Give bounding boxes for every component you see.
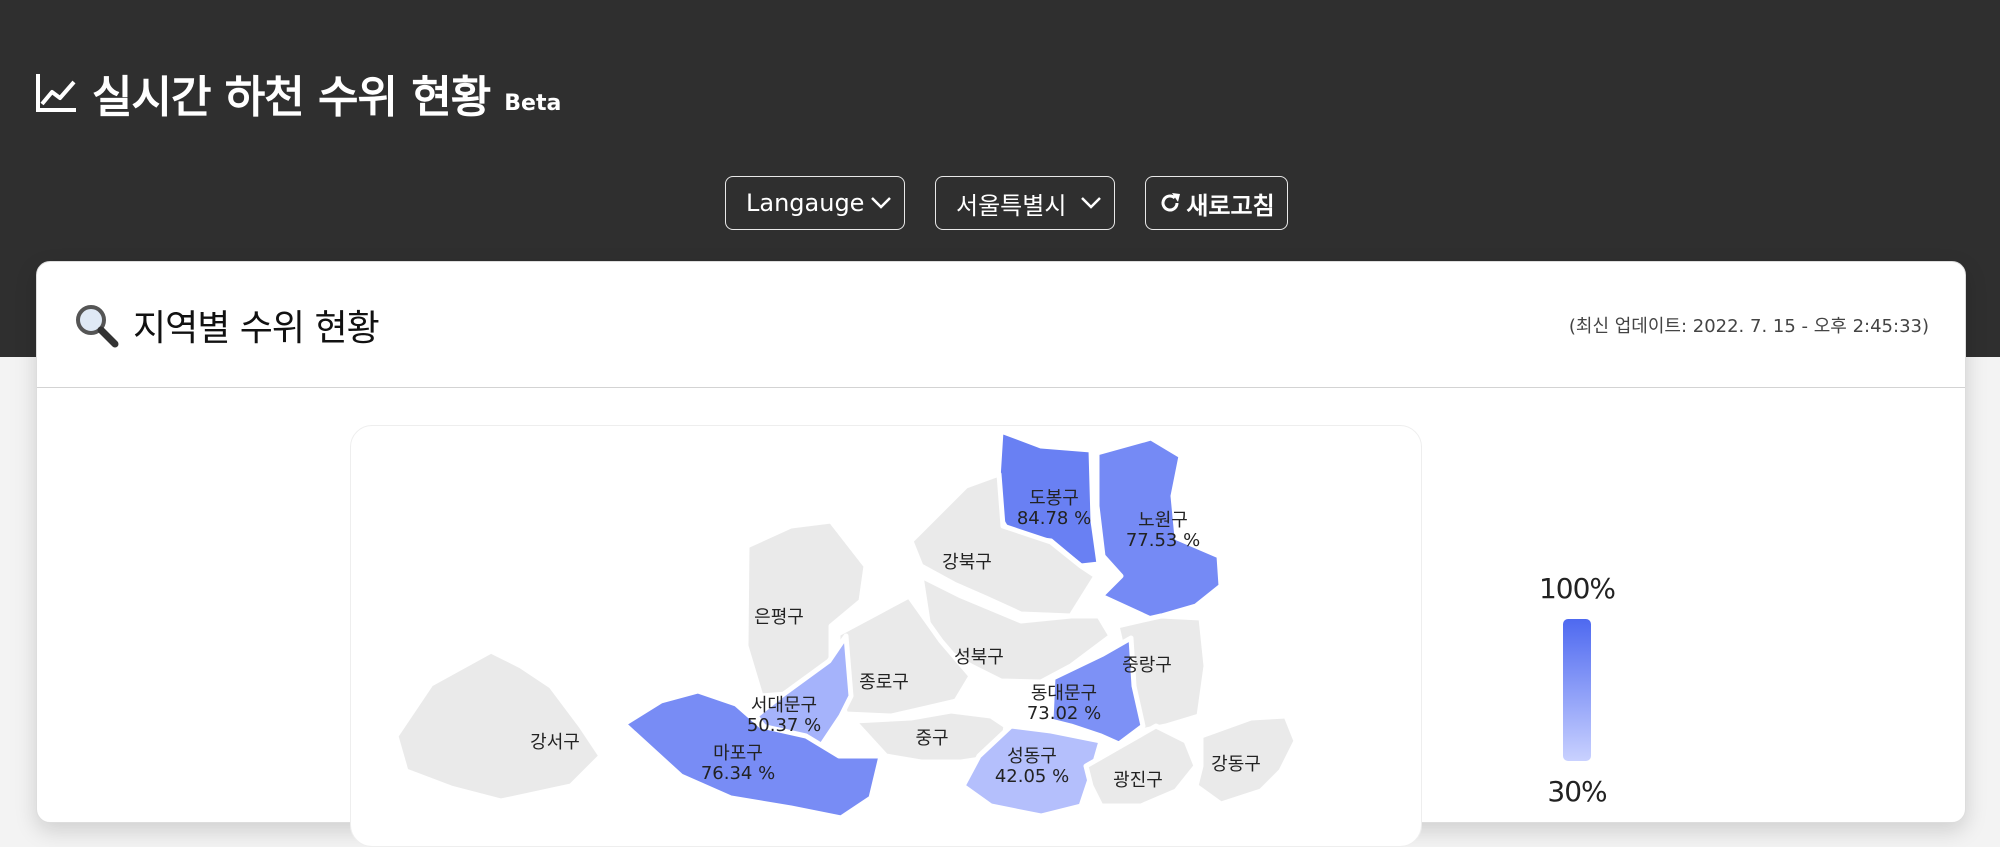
app-brand: 실시간 하천 수위 현황 Beta xyxy=(34,56,561,120)
district-name: 은평구 xyxy=(754,607,804,628)
line-chart-icon xyxy=(36,74,76,112)
section-title: 지역별 수위 현황 xyxy=(73,299,380,351)
district-value: 84.78 % xyxy=(1017,508,1091,529)
magnifier-icon xyxy=(76,304,119,347)
district-name: 광진구 xyxy=(1113,770,1163,791)
beta-badge: Beta xyxy=(504,91,562,116)
card-header: 지역별 수위 현황 (최신 업데이트: 2022. 7. 15 - 오후 2:4… xyxy=(37,262,1965,388)
district-value: 77.53 % xyxy=(1126,530,1200,551)
chevron-down-icon xyxy=(1081,197,1101,209)
region-select[interactable]: 서울특별시 xyxy=(935,176,1115,230)
chevron-down-icon xyxy=(871,197,891,209)
refresh-label: 새로고침 xyxy=(1186,191,1275,220)
last-updated: (최신 업데이트: 2022. 7. 15 - 오후 2:45:33) xyxy=(1568,315,1929,337)
district-name: 노원구 xyxy=(1138,510,1188,531)
district-name: 중구 xyxy=(915,728,948,749)
language-select-label: Langauge xyxy=(746,189,865,217)
district-name: 강동구 xyxy=(1211,754,1261,775)
refresh-icon xyxy=(1161,193,1181,212)
district-map: 도봉구 84.78 % 노원구 77.53 % 강북구은평구성북구종로구 중랑구서대문구 5… xyxy=(350,425,1422,847)
seoul-map: 도봉구84.78 % 노원구77.53 % 강북구은평구성북구종로구 중랑구서대문구5… xyxy=(393,428,1299,821)
district-name: 중랑구 xyxy=(1122,655,1172,676)
district-name: 종로구 xyxy=(859,672,909,693)
district-name: 동대문구 xyxy=(1031,683,1097,704)
district-name: 도봉구 xyxy=(1029,488,1079,509)
water-level-card: 지역별 수위 현황 (최신 업데이트: 2022. 7. 15 - 오후 2:4… xyxy=(36,261,1966,847)
legend-min: 30% xyxy=(1547,775,1607,808)
district-name: 마포구 xyxy=(713,743,763,764)
toolbar: Langauge 서울특별시 새로고침 xyxy=(725,176,1288,230)
section-title-text: 지역별 수위 현황 xyxy=(133,307,380,349)
legend: 100% 30% xyxy=(1517,572,1637,808)
district-value: 42.05 % xyxy=(995,766,1069,787)
district-name: 강서구 xyxy=(530,732,580,753)
district-value: 76.34 % xyxy=(701,763,775,784)
district-value: 73.02 % xyxy=(1027,703,1101,724)
district-name: 강북구 xyxy=(942,552,992,573)
app-title: 실시간 하천 수위 현황 xyxy=(92,72,491,123)
district-value: 50.37 % xyxy=(747,715,821,736)
district-name: 성북구 xyxy=(954,647,1004,668)
district-region[interactable] xyxy=(393,648,604,804)
region-select-label: 서울특별시 xyxy=(956,191,1067,220)
language-select[interactable]: Langauge xyxy=(725,176,905,230)
district-name: 서대문구 xyxy=(751,695,817,716)
legend-gradient-bar xyxy=(1563,619,1591,761)
district-name: 성동구 xyxy=(1007,746,1057,767)
refresh-button[interactable]: 새로고침 xyxy=(1145,176,1288,230)
legend-max: 100% xyxy=(1538,572,1616,605)
